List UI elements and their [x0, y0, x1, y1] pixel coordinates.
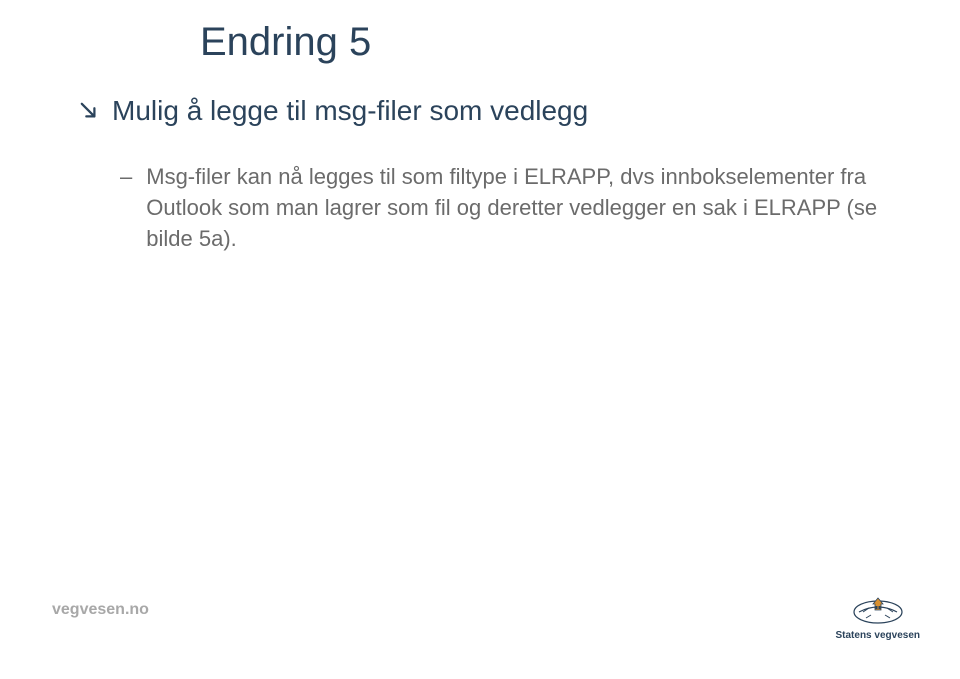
- sub-bullet-text: Msg-filer kan nå legges til som filtype …: [146, 162, 900, 254]
- vegvesen-logo-icon: [851, 594, 905, 626]
- slide-title: Endring 5: [200, 20, 371, 65]
- main-bullet-text: Mulig å legge til msg-filer som vedlegg: [112, 95, 588, 127]
- footer-logo-area: Statens vegvesen: [836, 594, 921, 641]
- dash-bullet-icon: –: [120, 162, 132, 193]
- sub-bullet-item: – Msg-filer kan nå legges til som filtyp…: [120, 162, 900, 254]
- footer-org-name: Statens vegvesen: [836, 630, 921, 641]
- footer-website: vegvesen.no: [52, 601, 149, 619]
- main-bullet-item: Mulig å legge til msg-filer som vedlegg: [80, 95, 588, 127]
- arrow-bullet-icon: [80, 102, 98, 120]
